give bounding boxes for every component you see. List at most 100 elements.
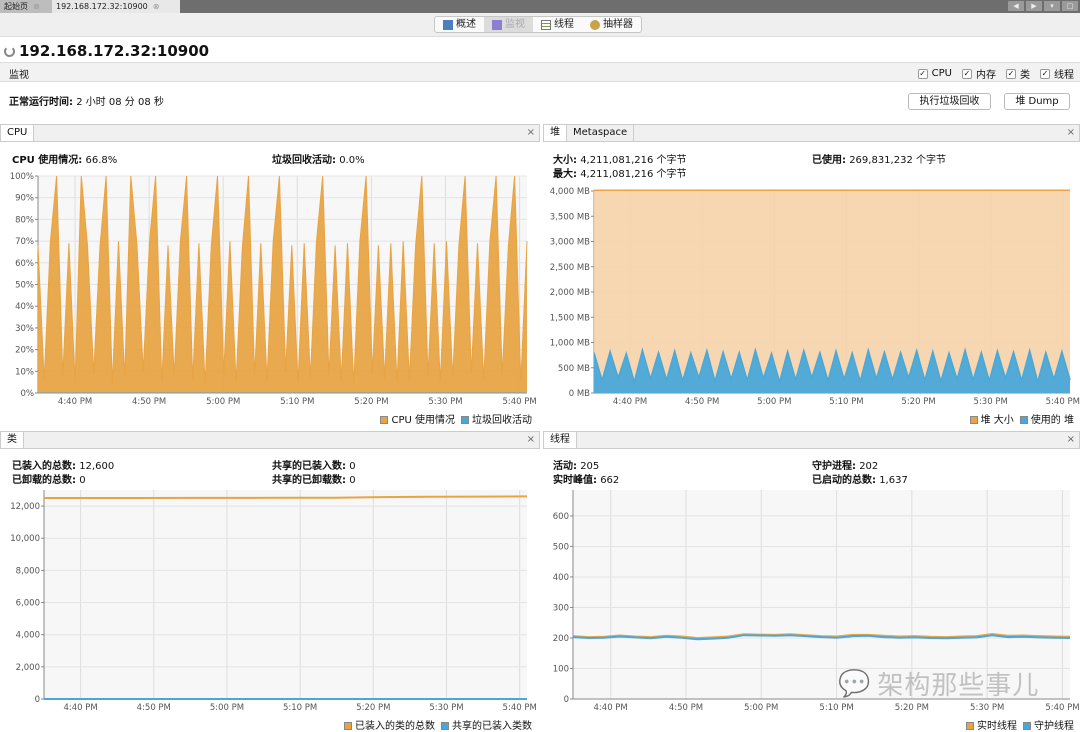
monitor-label: 监视 bbox=[9, 70, 29, 81]
x-tick-label: 5:30 PM bbox=[974, 397, 1008, 407]
x-tick-label: 5:10 PM bbox=[280, 397, 314, 407]
dropdown-icon[interactable]: ▾ bbox=[1044, 1, 1060, 11]
x-tick-label: 4:40 PM bbox=[58, 397, 92, 407]
y-tick-label: 10% bbox=[15, 367, 34, 377]
close-icon[interactable]: ⊗ bbox=[153, 0, 160, 13]
y-tick-label: 4,000 bbox=[16, 631, 40, 641]
shared-loaded: 共享的已装入数: 0 bbox=[272, 457, 356, 472]
y-tick-label: 2,000 bbox=[16, 663, 40, 673]
x-tick-label: 5:00 PM bbox=[757, 397, 791, 407]
checkbox-memory[interactable]: ✓ 内存 bbox=[962, 66, 996, 81]
threads-live: 活动: 205 bbox=[553, 457, 599, 472]
legend-label: 共享的已装入类数 bbox=[452, 721, 532, 732]
y-tick-label: 4,000 MB bbox=[550, 187, 590, 197]
x-tick-label: 5:20 PM bbox=[354, 397, 388, 407]
legend-label: 使用的 堆 bbox=[1030, 415, 1074, 426]
tab-start-page[interactable]: 起始页 ⊗ bbox=[0, 0, 52, 13]
close-icon[interactable]: ⊗ bbox=[33, 0, 40, 13]
heap-legend: 堆 大小 使用的 堆 bbox=[969, 411, 1074, 426]
cpu-panel-header: CPU × bbox=[0, 124, 540, 142]
legend-item: 已装入的类的总数 bbox=[344, 717, 435, 732]
swatch bbox=[380, 416, 389, 424]
window-controls: ◀ ▶ ▾ □ bbox=[1008, 1, 1078, 11]
uptime: 正常运行时间: 2 小时 08 分 08 秒 bbox=[9, 93, 164, 108]
maximize-icon[interactable]: □ bbox=[1062, 1, 1078, 11]
checkbox-threads[interactable]: ✓ 线程 bbox=[1040, 66, 1074, 81]
x-tick-label: 4:40 PM bbox=[594, 703, 628, 713]
y-tick-label: 0% bbox=[21, 389, 35, 399]
scroll-right-icon[interactable]: ▶ bbox=[1026, 1, 1042, 11]
checkbox-label: 内存 bbox=[976, 70, 996, 81]
check-icon: ✓ bbox=[962, 68, 972, 79]
x-tick-label: 5:20 PM bbox=[895, 703, 929, 713]
close-icon[interactable]: × bbox=[527, 125, 535, 141]
y-tick-label: 0 MB bbox=[569, 389, 590, 399]
checkbox-classes[interactable]: ✓ 类 bbox=[1006, 66, 1030, 81]
y-tick-label: 10,000 bbox=[10, 534, 40, 544]
threads-daemon: 守护进程: 202 bbox=[812, 457, 878, 472]
tab-monitor[interactable]: 监视 bbox=[484, 17, 533, 32]
close-icon[interactable]: × bbox=[527, 432, 535, 448]
x-tick-label: 5:40 PM bbox=[1045, 703, 1079, 713]
watermark: 💬 架构那些事儿 bbox=[838, 665, 1039, 702]
cpu-chart: 4:40 PM 4:50 PM 5:00 PM 5:10 PM 5:20 PM 5:30 … bbox=[10, 172, 537, 407]
tab-metaspace[interactable]: Metaspace bbox=[567, 125, 635, 141]
legend-item: 堆 大小 bbox=[969, 411, 1014, 426]
legend-label: 垃圾回收活动 bbox=[472, 415, 532, 426]
cpu-legend: CPU 使用情况 垃圾回收活动 bbox=[380, 411, 532, 426]
tab-threads[interactable]: 线程 bbox=[533, 17, 582, 32]
sampler-icon bbox=[590, 19, 600, 30]
x-tick-label: 5:40 PM bbox=[503, 703, 537, 713]
checkbox-cpu[interactable]: ✓ CPU bbox=[917, 66, 952, 81]
value: 4,211,081,216 个字节 bbox=[580, 169, 687, 180]
y-tick-label: 500 MB bbox=[558, 364, 590, 374]
x-tick-label: 5:10 PM bbox=[283, 703, 317, 713]
close-icon[interactable]: × bbox=[1067, 432, 1075, 448]
loading-spinner-icon bbox=[4, 45, 15, 57]
checkbox-label: 类 bbox=[1020, 70, 1030, 81]
value: 0.0% bbox=[339, 155, 365, 166]
watermark-text: 架构那些事儿 bbox=[877, 671, 1040, 701]
label: 垃圾回收活动: bbox=[272, 155, 336, 166]
uptime-label: 正常运行时间: bbox=[9, 97, 73, 108]
x-tick-label: 5:30 PM bbox=[428, 397, 462, 407]
check-icon: ✓ bbox=[1040, 68, 1050, 79]
y-tick-label: 60% bbox=[15, 259, 34, 269]
perform-gc-button[interactable]: 执行垃圾回收 bbox=[908, 93, 991, 110]
swatch bbox=[969, 416, 978, 424]
legend-label: 守护线程 bbox=[1034, 721, 1074, 732]
tab-overview[interactable]: 概述 bbox=[435, 17, 484, 32]
swatch bbox=[441, 722, 449, 730]
heap-size: 大小: 4,211,081,216 个字节 bbox=[553, 151, 687, 166]
heap-dump-button[interactable]: 堆 Dump bbox=[1004, 93, 1070, 110]
x-tick-label: 5:20 PM bbox=[356, 703, 390, 713]
tab-jmx-connection[interactable]: 192.168.172.32:10900 ⊗ bbox=[52, 0, 180, 13]
heap-chart: 4:40 PM 4:50 PM 5:00 PM 5:10 PM 5:20 PM 5:30 … bbox=[550, 187, 1080, 407]
y-tick-label: 3,500 MB bbox=[550, 212, 590, 222]
y-tick-label: 400 bbox=[553, 573, 569, 583]
tab-label: 线程 bbox=[554, 19, 574, 30]
tab-heap[interactable]: 堆 bbox=[544, 125, 567, 141]
classes-panel-title: 类 bbox=[1, 432, 24, 448]
document-tab-bar: 起始页 ⊗ 192.168.172.32:10900 ⊗ ◀ ▶ ▾ □ bbox=[0, 0, 1080, 13]
plot-area bbox=[44, 490, 527, 699]
legend-item: 共享的已装入类数 bbox=[441, 717, 532, 732]
x-tick-label: 5:30 PM bbox=[429, 703, 463, 713]
legend-label: 已装入的类的总数 bbox=[355, 721, 435, 732]
uptime-value: 2 小时 08 分 08 秒 bbox=[76, 97, 164, 108]
y-tick-label: 70% bbox=[15, 237, 34, 247]
y-tick-label: 8,000 bbox=[16, 566, 40, 576]
tab-label: 抽样器 bbox=[603, 19, 633, 30]
scroll-left-icon[interactable]: ◀ bbox=[1008, 1, 1024, 11]
swatch bbox=[461, 416, 469, 424]
tab-sampler[interactable]: 抽样器 bbox=[582, 17, 641, 32]
label: 已使用: bbox=[812, 155, 846, 166]
tab-label: 监视 bbox=[505, 19, 525, 30]
close-icon[interactable]: × bbox=[1067, 125, 1075, 141]
x-tick-label: 5:40 PM bbox=[502, 397, 536, 407]
legend-label: 堆 大小 bbox=[980, 415, 1014, 426]
y-tick-label: 100 bbox=[553, 664, 569, 674]
x-tick-label: 5:00 PM bbox=[744, 703, 778, 713]
y-tick-label: 1,000 MB bbox=[550, 339, 590, 349]
gc-activity: 垃圾回收活动: 0.0% bbox=[272, 151, 365, 166]
